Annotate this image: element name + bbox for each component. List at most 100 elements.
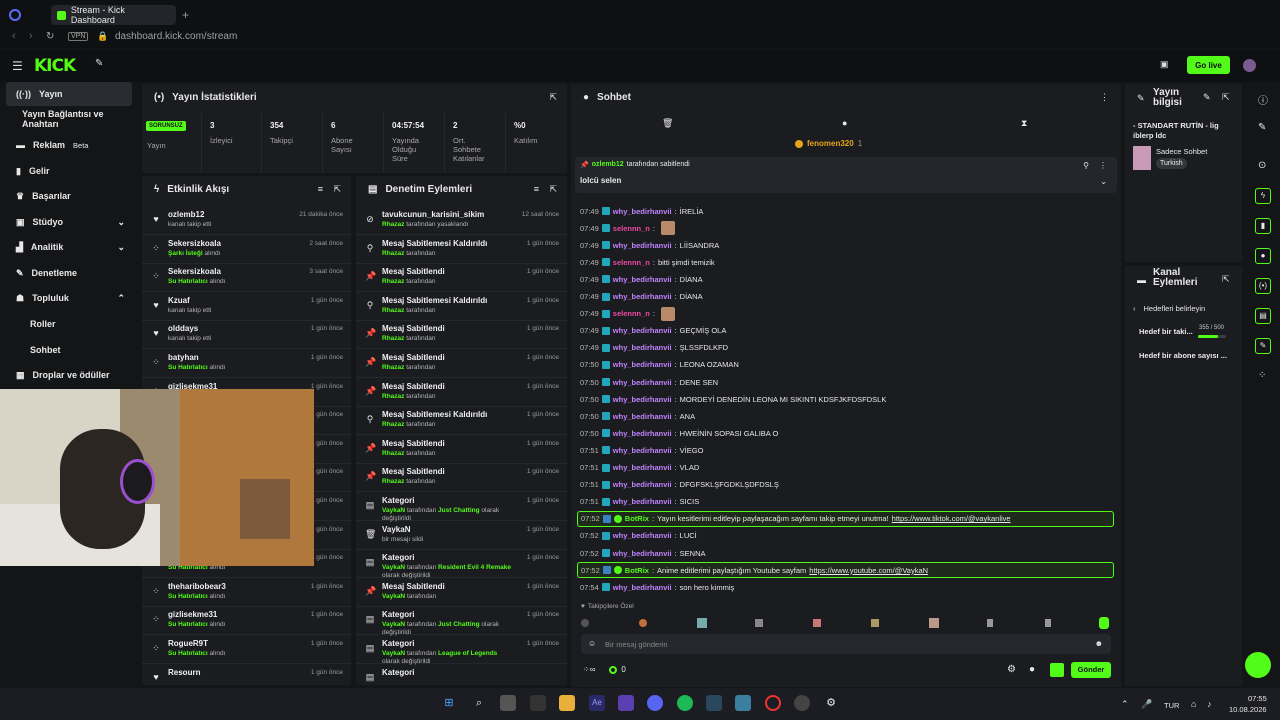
network-icon[interactable]: ⌂ <box>1191 699 1196 709</box>
activity-row[interactable]: ⁘ RogueR9T Su Hatırlatıcı alındı 1 gün önce <box>142 635 351 664</box>
chat-message[interactable]: 07:50 why_bedirhanvii: DENE SEN <box>580 374 718 390</box>
chat-message[interactable]: 07:51 why_bedirhanvii: DFGFSKLŞFGDKLŞDFDSL… <box>580 477 779 493</box>
filter-icon[interactable]: ≡ <box>534 184 539 194</box>
discord-icon[interactable] <box>647 695 663 711</box>
chat-message[interactable]: 07:51 why_bedirhanvii: VLAD <box>580 460 699 476</box>
popout-icon[interactable]: ⇱ <box>549 92 557 103</box>
message-username[interactable]: BotRix <box>625 566 649 575</box>
chat-message[interactable]: 07:50 why_bedirhanvii: MORDEYİ DENEDİN LEO… <box>580 391 886 407</box>
chat-settings-icon[interactable]: ⚙ <box>1007 664 1016 675</box>
moderation-row[interactable]: ▤ Kategori <box>356 664 567 685</box>
sidebar-item-gelir[interactable]: ▮ Gelir <box>0 159 133 183</box>
message-username[interactable]: why_bedirhanvii <box>613 207 672 216</box>
sidebar-item-denetleme[interactable]: ✎ Denetleme <box>0 261 133 285</box>
spotify-icon[interactable] <box>677 695 693 711</box>
popout-icon[interactable]: ⇱ <box>549 184 557 195</box>
message-username[interactable]: selennn_n <box>613 258 650 267</box>
steam-icon[interactable] <box>706 695 722 711</box>
quick-action-clip-icon[interactable]: ▮ <box>1255 218 1271 234</box>
windows-start-icon[interactable]: ⊞ <box>441 695 457 711</box>
message-username[interactable]: why_bedirhanvii <box>613 446 672 455</box>
message-link[interactable]: https://www.youtube.com/@VaykaN <box>809 566 928 575</box>
message-username[interactable]: selennn_n <box>613 224 650 233</box>
chat-input[interactable]: ☺ Bir mesaj gönderin ☻ <box>581 634 1111 654</box>
more-icon[interactable]: ⋮ <box>1099 161 1107 170</box>
clock-date[interactable]: 10.08.2026 <box>1229 705 1267 714</box>
camera-settings-icon[interactable]: ▣ <box>1160 59 1169 70</box>
chat-message[interactable]: 07:50 why_bedirhanvii: HWEİNİN SOPASI GALI… <box>580 425 778 441</box>
browser-tab[interactable]: Stream - Kick Dashboard <box>51 5 176 25</box>
edit-icon[interactable]: ✎ <box>1258 122 1266 133</box>
chat-message[interactable]: 07:51 why_bedirhanvii: VİEGO <box>580 442 703 458</box>
channel-points[interactable]: ⁘∞ 0 <box>583 665 626 674</box>
new-tab-button[interactable]: + <box>182 8 189 22</box>
message-username[interactable]: BotRix <box>625 514 649 523</box>
message-link[interactable]: https://www.tiktok.com/@vaykanlive <box>892 514 1011 523</box>
moderation-row[interactable]: 📌 Mesaj Sabitlendi Rhazaz tarafından 1 gün … <box>356 263 567 293</box>
hourglass-icon[interactable]: ⧗ <box>1021 118 1027 129</box>
menu-icon[interactable]: ☰ <box>12 59 23 73</box>
moderation-row[interactable]: 📌 Mesaj Sabitlendi Rhazaz tarafından 1 gün … <box>356 349 567 378</box>
moderation-row[interactable]: ⚲ Mesaj Sabitlemesi Kaldırıldı Rhazaz tara… <box>356 235 567 264</box>
back-button[interactable]: ‹ Hedefleri belirleyin <box>1133 304 1205 313</box>
chat-message[interactable]: 07:50 why_bedirhanvii: LEONA OZAMAN <box>580 357 739 373</box>
chat-bubble-icon[interactable]: ● <box>842 118 847 128</box>
chat-message[interactable]: 07:50 why_bedirhanvii: ANA <box>580 408 695 424</box>
moderation-row[interactable]: 📌 Mesaj Sabitlendi VaykaN tarafından 1 gün … <box>356 578 567 607</box>
tools-icon[interactable]: ✎ <box>95 58 103 69</box>
moderation-row[interactable]: 📌 Mesaj Sabitlendi Rhazaz tarafından 1 gün … <box>356 435 567 464</box>
opera-taskbar-icon[interactable] <box>765 695 781 711</box>
activity-row[interactable]: ♥ olddays kanalı takip etti 1 gün önce <box>142 320 351 350</box>
filter-icon[interactable]: ≡ <box>318 184 323 194</box>
quick-action-chat-icon[interactable]: ● <box>1255 248 1271 264</box>
target-icon[interactable]: ⊙ <box>1258 160 1266 171</box>
sidebar-item-reklam[interactable]: ▬ Reklam Beta <box>0 133 133 157</box>
message-username[interactable]: why_bedirhanvii <box>613 395 672 404</box>
message-username[interactable]: selennn_n <box>613 309 650 318</box>
vpn-app-icon[interactable] <box>618 695 634 711</box>
volume-icon[interactable]: ♪ <box>1207 699 1212 709</box>
chat-bubble-icon[interactable]: ● <box>1029 664 1035 675</box>
chat-message[interactable]: 07:52 why_bedirhanvii: SENNA <box>580 545 706 561</box>
moderation-row[interactable]: 📌 Mesaj Sabitlendi Rhazaz tarafından 1 gün … <box>356 378 567 407</box>
chat-message[interactable]: 07:52 why_bedirhanvii: LUCİ <box>580 528 697 544</box>
quick-action-lightning-icon[interactable]: ϟ <box>1255 188 1271 204</box>
send-button[interactable]: Gönder <box>1071 662 1111 678</box>
pinned-message[interactable]: 📌 ozlemb12 tarafından sabitlendi lolcü s… <box>575 157 1117 193</box>
sidebar-item-studyo[interactable]: ▣ Stüdyo ⌄ <box>0 210 133 234</box>
message-username[interactable]: why_bedirhanvii <box>613 241 672 250</box>
message-username[interactable]: why_bedirhanvii <box>613 463 672 472</box>
popout-icon[interactable]: ⇱ <box>1222 92 1230 103</box>
tray-chevron-icon[interactable]: ⌃ <box>1121 699 1129 710</box>
activity-row[interactable]: ⁘ theharibobear3 Su Hatırlatıcı alındı 1 gü… <box>142 578 351 607</box>
moderation-row[interactable]: ⊘ tavukcunun_karisini_sikim Rhazaz tarafın… <box>356 206 567 235</box>
message-username[interactable]: why_bedirhanvii <box>613 549 672 558</box>
emoji-icon[interactable]: ☺ <box>588 639 596 648</box>
activity-row[interactable]: ⁘ batyhan Su Hatırlatıcı alındı 1 gün önce <box>142 349 351 378</box>
sidebar-item-sohbet[interactable]: Sohbet <box>0 338 133 362</box>
activity-row[interactable]: ♥ ozlemb12 kanalı takip etti 21 dakika önc… <box>142 206 351 235</box>
chat-message[interactable]: 07:49 why_bedirhanvii: DİANA <box>580 271 703 287</box>
chat-message[interactable]: 07:49 why_bedirhanvii: LİİSANDRA <box>580 237 719 253</box>
sidebar-item-droplar[interactable]: ▦ Droplar ve ödüller <box>0 363 133 387</box>
microphone-icon[interactable]: 🎤 <box>1141 699 1152 710</box>
trash-icon[interactable]: 🗑 <box>662 118 673 129</box>
moderation-row[interactable]: ▤ Kategori VaykaN tarafından Just Chatting… <box>356 492 567 522</box>
more-icon[interactable]: ⋮ <box>1100 92 1109 103</box>
kick-logo[interactable]: KICK <box>34 56 76 76</box>
file-explorer-icon[interactable] <box>559 695 575 711</box>
task-view-icon[interactable] <box>500 695 516 711</box>
chat-message[interactable]: 07:51 why_bedirhanvii: SICIS <box>580 494 699 510</box>
sidebar-item-analitik[interactable]: ▟ Analitik ⌄ <box>0 235 133 259</box>
back-icon[interactable]: ‹ <box>12 30 16 42</box>
popout-icon[interactable]: ⇱ <box>333 184 341 195</box>
message-username[interactable]: why_bedirhanvii <box>613 360 672 369</box>
message-username[interactable]: why_bedirhanvii <box>613 531 672 540</box>
terminal-icon[interactable] <box>530 695 546 711</box>
vpn-badge[interactable]: VPN <box>68 32 89 41</box>
chevron-down-icon[interactable]: ⌄ <box>1100 177 1107 186</box>
emote-icon[interactable] <box>1050 663 1064 677</box>
chat-message[interactable]: 07:52 BotRix: Yayın kesitlerimi editleyip … <box>577 510 1114 527</box>
goal-follower[interactable]: Hedef bir taki... <box>1139 327 1193 336</box>
moderation-row[interactable]: 📌 Mesaj Sabitlendi Rhazaz tarafından 1 gün … <box>356 463 567 493</box>
